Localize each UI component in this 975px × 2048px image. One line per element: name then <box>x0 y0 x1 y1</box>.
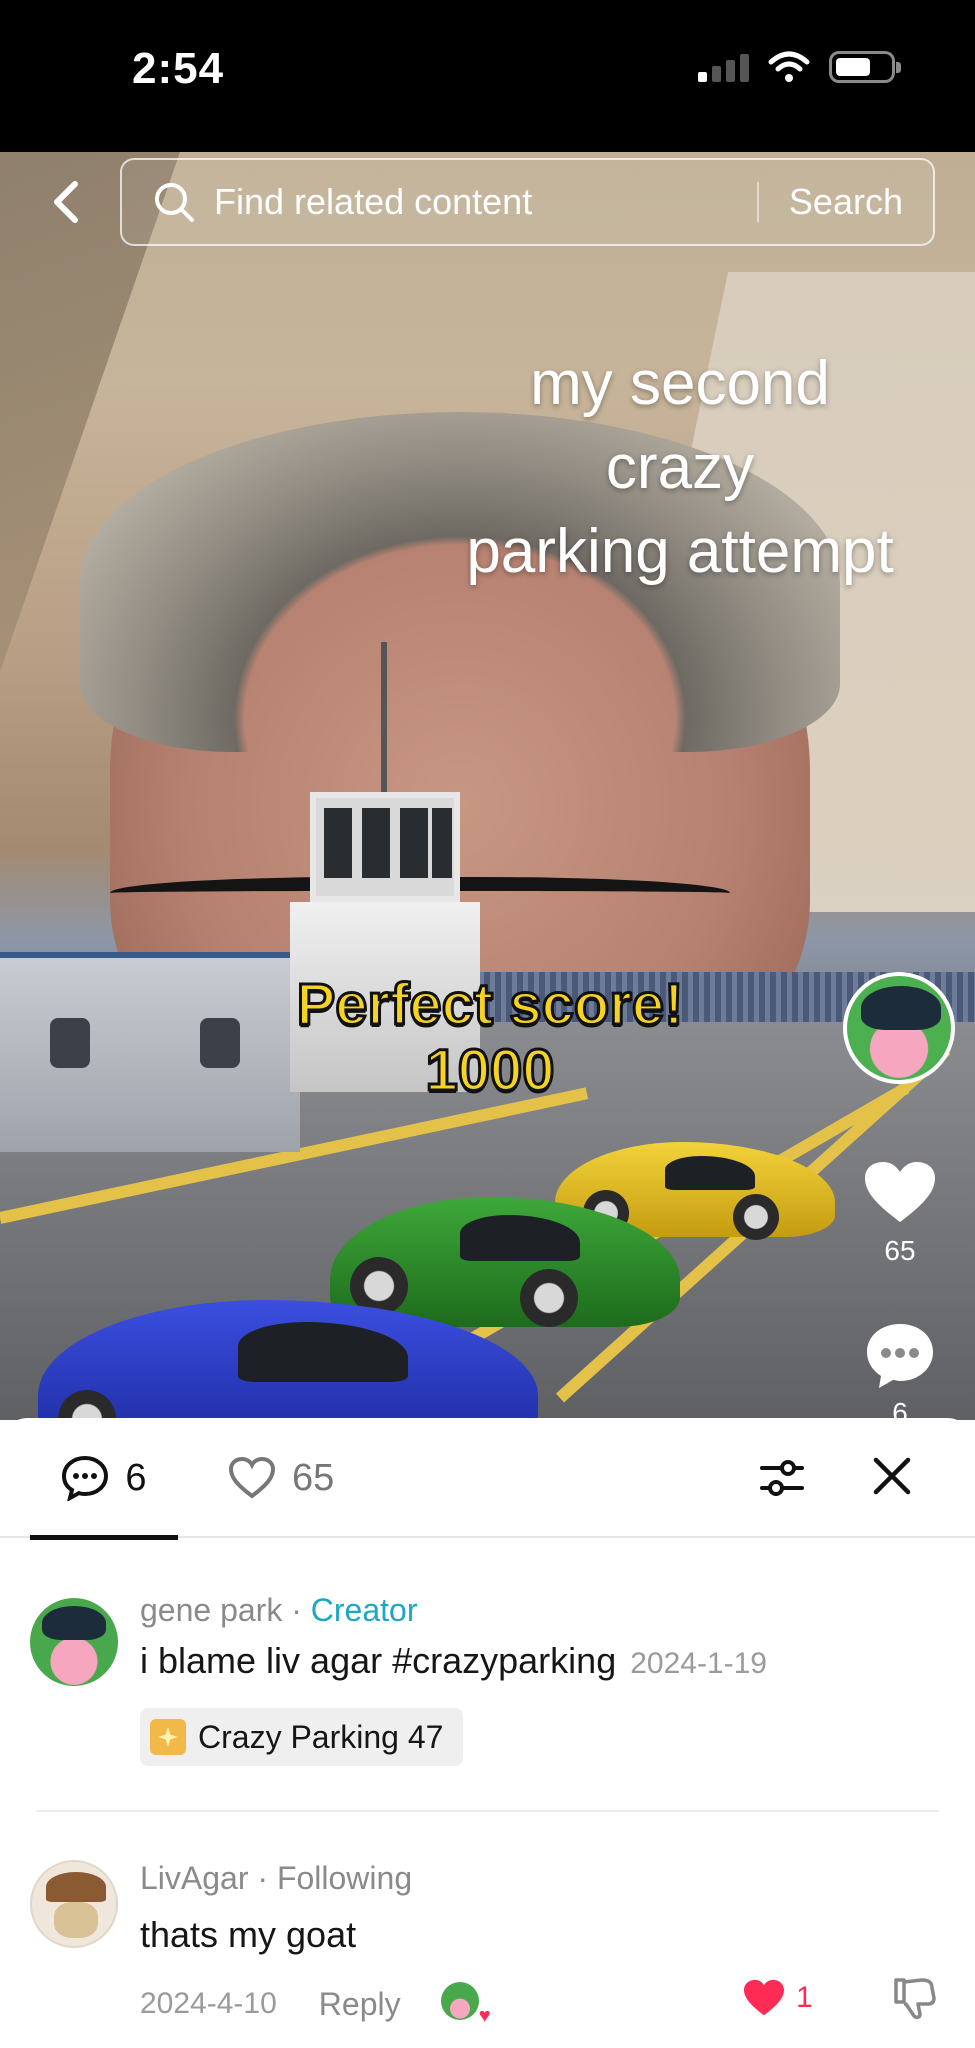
creator-avatar[interactable] <box>843 972 955 1084</box>
game-chip[interactable]: Crazy Parking 47 <box>140 1708 464 1766</box>
status-bar: 2:54 <box>0 0 975 152</box>
avatar[interactable] <box>30 1860 118 1948</box>
status-icons <box>698 50 901 84</box>
comment-icon <box>62 1455 109 1501</box>
search-icon <box>155 183 194 222</box>
comment-like-button[interactable]: 1 <box>742 1978 813 2018</box>
comment-like-count: 1 <box>796 1981 813 2014</box>
caption-line: my second <box>530 349 830 418</box>
score-value: 1000 <box>424 1037 556 1105</box>
status-time: 2:54 <box>132 44 225 93</box>
video-like-button[interactable]: 65 <box>860 1160 940 1267</box>
likes-tab-count: 65 <box>292 1456 335 1499</box>
tab-comments[interactable]: 6 <box>30 1418 178 1540</box>
video-like-count: 65 <box>884 1235 916 1266</box>
comment-author[interactable]: gene park · Creator <box>140 1592 417 1629</box>
creator-liked-icon: ♥ <box>440 1982 491 2027</box>
close-icon[interactable] <box>868 1452 916 1500</box>
reply-button[interactable]: Reply <box>319 1986 401 2023</box>
chevron-left-icon <box>54 181 78 223</box>
caption-line: crazy <box>605 433 755 502</box>
divider <box>36 1810 939 1812</box>
avatar[interactable] <box>30 1598 118 1686</box>
cellular-signal-icon <box>698 52 749 82</box>
following-badge: Following <box>276 1860 413 1896</box>
comment-bubble-icon <box>867 1324 933 1388</box>
sheet-tabs: 6 65 <box>0 1418 975 1540</box>
comment-body: i blame liv agar #crazyparking <box>140 1640 617 1681</box>
thumbs-down-icon[interactable] <box>890 1974 938 2022</box>
search-button[interactable]: Search <box>759 181 933 223</box>
game-chip-label: Crazy Parking 47 <box>198 1718 444 1755</box>
video-player[interactable]: my second crazy parking attempt Perfect … <box>0 152 975 1420</box>
comment-author[interactable]: LivAgar · Following <box>140 1860 412 1897</box>
game-icon <box>150 1719 186 1755</box>
filter-sliders-icon[interactable] <box>758 1454 806 1502</box>
comment-meta: 2024-4-10 Reply ♥ <box>140 1982 491 2027</box>
caption-line: parking attempt <box>466 517 894 586</box>
heart-icon <box>865 1162 935 1222</box>
comment-text: thats my goat <box>140 1914 357 1955</box>
heart-outline-icon <box>228 1456 276 1499</box>
creator-badge: Creator <box>310 1592 418 1628</box>
score-label: Perfect score! <box>295 971 685 1039</box>
comment-text: i blame liv agar #crazyparking 2024-1-19 <box>140 1640 767 1682</box>
tab-likes[interactable]: 65 <box>228 1418 334 1538</box>
score-banner: Perfect score! 1000 <box>250 971 730 1105</box>
back-button[interactable] <box>36 172 96 232</box>
comment-date: 2024-4-10 <box>140 1987 277 2020</box>
video-caption: my second crazy parking attempt <box>420 342 940 594</box>
search-bar[interactable]: Find related content Search <box>120 158 935 246</box>
comments-tab-count: 6 <box>125 1456 147 1499</box>
search-input[interactable]: Find related content <box>214 181 757 223</box>
author-name: gene park <box>140 1592 283 1628</box>
battery-icon <box>829 51 901 83</box>
heart-filled-icon <box>744 1979 784 2016</box>
author-name: LivAgar <box>140 1860 249 1896</box>
video-comment-button[interactable]: 6 <box>860 1320 940 1429</box>
comment-date: 2024-1-19 <box>630 1647 767 1680</box>
wifi-icon <box>768 51 810 82</box>
